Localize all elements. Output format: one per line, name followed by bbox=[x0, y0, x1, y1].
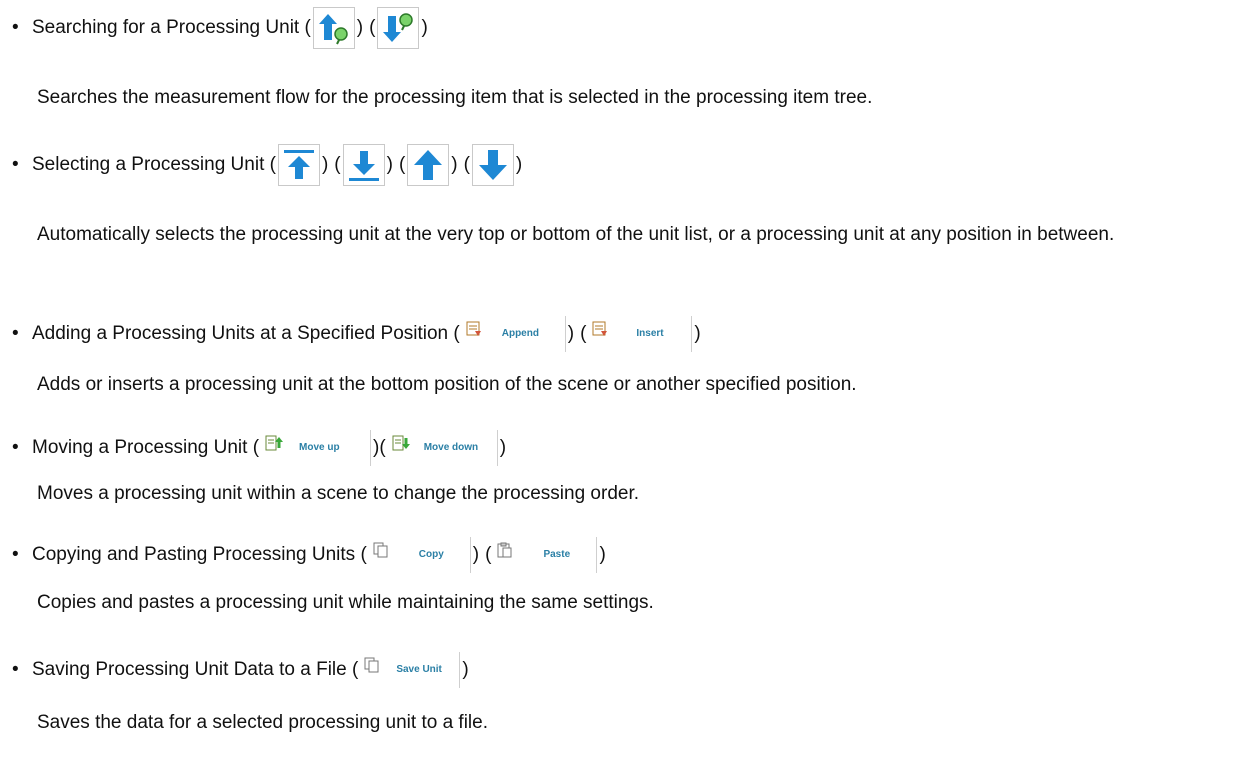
paren: ( bbox=[580, 323, 587, 344]
insert-icon bbox=[592, 321, 608, 347]
item-description: Copies and pastes a processing unit whil… bbox=[37, 592, 654, 613]
search-down-icon bbox=[383, 13, 414, 42]
item-heading: • Copying and Pasting Processing Units (… bbox=[12, 537, 606, 573]
item-title: Saving Processing Unit Data to a File ( bbox=[32, 659, 359, 680]
item-description: Saves the data for a selected processing… bbox=[37, 712, 488, 733]
item-title: Searching for a Processing Unit ( bbox=[32, 17, 311, 38]
paren: ) bbox=[599, 544, 606, 565]
go-top-button[interactable] bbox=[277, 144, 320, 186]
item-heading: • Moving a Processing Unit ( Move up ) (… bbox=[12, 430, 506, 466]
search-up-button[interactable] bbox=[312, 7, 355, 49]
paren: ( bbox=[379, 437, 386, 458]
bullet: • bbox=[12, 437, 19, 458]
paren: ) bbox=[462, 659, 469, 680]
go-top-icon bbox=[283, 150, 314, 179]
paren: ) bbox=[321, 154, 329, 175]
item-description: Automatically selects the processing uni… bbox=[37, 224, 1115, 245]
go-bottom-button[interactable] bbox=[342, 144, 385, 186]
item-heading: • Adding a Processing Units at a Specifi… bbox=[12, 316, 701, 352]
append-label: Append bbox=[501, 328, 539, 339]
paste-label: Paste bbox=[543, 549, 571, 560]
append-button[interactable]: Append bbox=[461, 316, 566, 352]
paren: ) bbox=[499, 437, 507, 458]
append-icon bbox=[466, 321, 482, 347]
paren: ) bbox=[567, 323, 575, 344]
paren: ) bbox=[421, 17, 428, 38]
item-description: Moves a processing unit within a scene t… bbox=[37, 483, 640, 504]
select-up-button[interactable] bbox=[407, 144, 450, 186]
arrow-down-icon bbox=[478, 150, 507, 180]
copy-label: Copy bbox=[418, 549, 444, 560]
paste-button[interactable]: Paste bbox=[493, 537, 598, 573]
item-heading: • Saving Processing Unit Data to a File … bbox=[12, 652, 469, 688]
save-unit-icon bbox=[364, 657, 380, 683]
move-up-button[interactable]: Move up bbox=[261, 430, 372, 466]
search-down-button[interactable] bbox=[377, 7, 420, 49]
paren: ( bbox=[334, 154, 341, 175]
arrow-up-icon bbox=[414, 150, 443, 180]
item-title: Moving a Processing Unit ( bbox=[32, 437, 260, 458]
paren: ) bbox=[386, 154, 393, 175]
paren: ) bbox=[472, 544, 480, 565]
item-description: Adds or inserts a processing unit at the… bbox=[37, 374, 857, 395]
bullet: • bbox=[12, 17, 19, 38]
save-unit-label: Save Unit bbox=[396, 664, 442, 675]
bullet: • bbox=[12, 154, 19, 175]
item-heading: • Searching for a Processing Unit ( ) ( … bbox=[12, 7, 428, 49]
insert-label: Insert bbox=[636, 328, 664, 339]
paren: ) bbox=[694, 323, 701, 344]
paren: ( bbox=[398, 154, 406, 175]
item-title: Adding a Processing Units at a Specified… bbox=[32, 323, 460, 344]
move-down-icon bbox=[392, 435, 410, 461]
paren: ( bbox=[485, 544, 492, 565]
item-heading: • Selecting a Processing Unit ( ) ( ) ( … bbox=[12, 144, 522, 186]
bullet: • bbox=[12, 544, 19, 565]
copy-icon bbox=[373, 542, 389, 568]
item-description: Searches the measurement flow for the pr… bbox=[37, 87, 873, 108]
paren: ( bbox=[369, 17, 376, 38]
move-up-icon bbox=[265, 435, 284, 461]
item-title: Selecting a Processing Unit ( bbox=[32, 154, 276, 175]
item-title: Copying and Pasting Processing Units ( bbox=[32, 544, 367, 565]
paren: ) bbox=[515, 154, 523, 175]
move-down-label: Move down bbox=[423, 442, 479, 453]
search-up-icon bbox=[318, 14, 348, 45]
insert-button[interactable]: Insert bbox=[588, 316, 693, 352]
select-down-button[interactable] bbox=[471, 144, 514, 186]
paren: ) bbox=[451, 154, 458, 175]
paren: ) bbox=[356, 17, 364, 38]
save-unit-button[interactable]: Save Unit bbox=[360, 652, 461, 688]
bullet: • bbox=[12, 323, 19, 344]
copy-button[interactable]: Copy bbox=[368, 537, 471, 573]
paren: ( bbox=[463, 154, 470, 175]
go-bottom-icon bbox=[348, 151, 379, 181]
move-down-button[interactable]: Move down bbox=[387, 430, 498, 466]
move-up-label: Move up bbox=[299, 442, 340, 453]
paste-icon bbox=[497, 542, 513, 568]
bullet: • bbox=[12, 659, 19, 680]
